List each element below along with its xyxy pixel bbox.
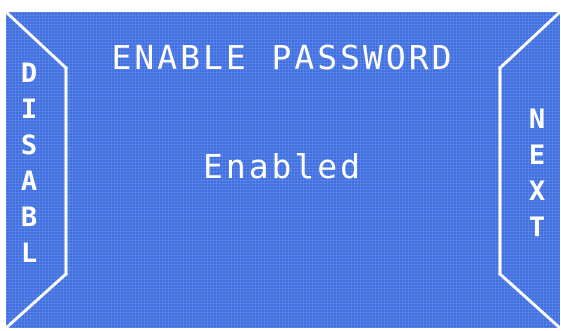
page-title: ENABLE PASSWORD bbox=[111, 38, 455, 77]
password-status-value: Enabled bbox=[202, 147, 364, 186]
next-button-label: N E X T bbox=[528, 104, 546, 243]
disable-button[interactable]: D I S A B L bbox=[6, 56, 52, 304]
disable-button-label: D I S A B L bbox=[20, 58, 38, 269]
lcd-screen: ENABLE PASSWORD Enabled D I S A B L N E … bbox=[6, 12, 560, 328]
next-button[interactable]: N E X T bbox=[514, 102, 560, 262]
